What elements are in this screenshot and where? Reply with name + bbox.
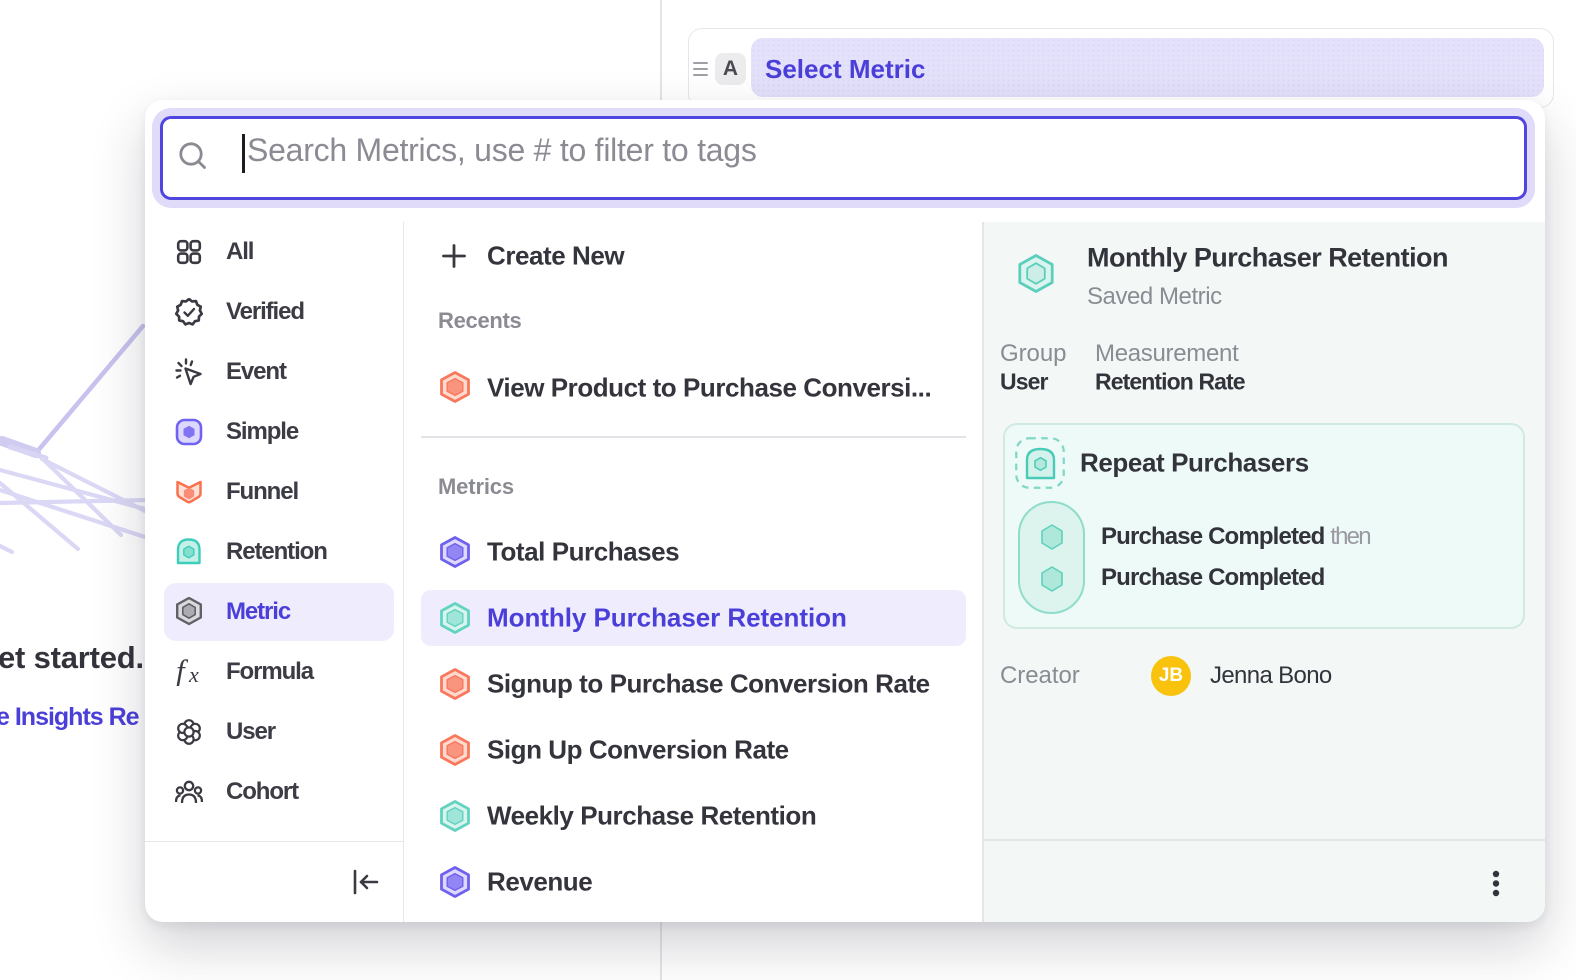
svg-text:x: x xyxy=(188,662,199,686)
svg-text:f: f xyxy=(176,658,189,686)
